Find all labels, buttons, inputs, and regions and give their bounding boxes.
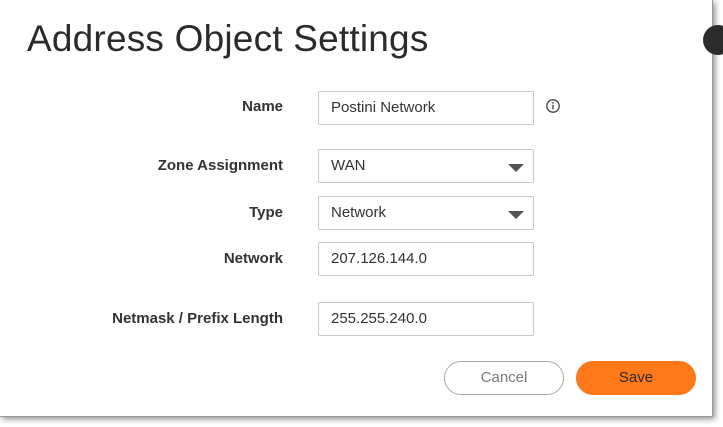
- name-label: Name: [242, 98, 283, 115]
- info-icon[interactable]: [546, 99, 560, 113]
- network-label: Network: [223, 250, 283, 267]
- type-value: Network: [331, 204, 387, 221]
- netmask-label: Netmask / Prefix Length: [112, 310, 283, 327]
- network-input[interactable]: 207.126.144.0: [318, 242, 534, 276]
- type-label: Type: [249, 204, 283, 221]
- netmask-input[interactable]: 255.255.240.0: [318, 302, 534, 336]
- dialog-title: Address Object Settings: [27, 18, 429, 59]
- zone-assignment-label: Zone Assignment: [157, 157, 283, 174]
- zone-assignment-value: WAN: [331, 157, 366, 174]
- type-select[interactable]: Network: [318, 196, 534, 230]
- caret-down-icon: [508, 164, 524, 172]
- address-object-dialog: Address Object Settings Name Postini Net…: [0, 0, 713, 417]
- save-button[interactable]: Save: [576, 361, 696, 395]
- zone-assignment-select[interactable]: WAN: [318, 149, 534, 183]
- cancel-button[interactable]: Cancel: [444, 361, 564, 395]
- name-input[interactable]: Postini Network: [318, 91, 534, 125]
- caret-down-icon: [508, 211, 524, 219]
